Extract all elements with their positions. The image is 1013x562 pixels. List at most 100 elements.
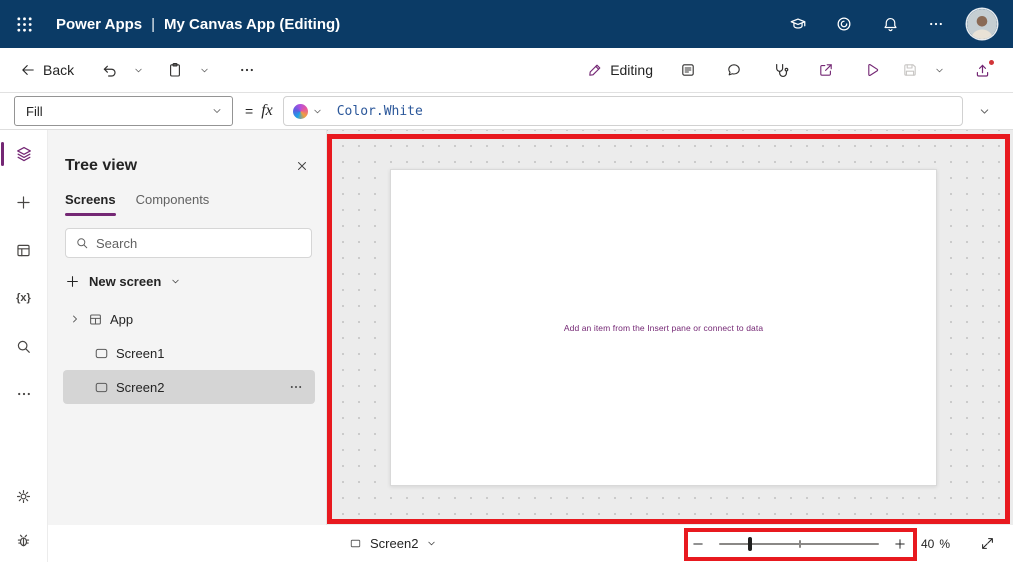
chevron-down-icon bbox=[314, 109, 321, 113]
tree-item-label: Screen1 bbox=[116, 345, 165, 361]
new-screen-label: New screen bbox=[89, 273, 162, 289]
status-bar: Screen2 40 % bbox=[327, 525, 1013, 562]
tree-item-more-button[interactable] bbox=[283, 374, 309, 400]
preview-button[interactable] bbox=[853, 54, 891, 86]
tree-view-tabs: Screens Components bbox=[48, 180, 326, 216]
screen-icon bbox=[350, 539, 361, 548]
environment-icon bbox=[790, 18, 806, 29]
zoom-slider-handle[interactable] bbox=[748, 536, 752, 551]
rail-data-button[interactable] bbox=[0, 226, 48, 274]
formula-input[interactable]: Color.White bbox=[282, 96, 963, 126]
window-title: Power Apps | My Canvas App (Editing) bbox=[56, 16, 340, 33]
tree-view-icon bbox=[16, 146, 31, 162]
zoom-slider-midpoint-tick bbox=[799, 539, 801, 548]
zoom-controls bbox=[685, 525, 913, 562]
tree-view-close-button[interactable] bbox=[288, 152, 316, 180]
tree-view-title: Tree view bbox=[65, 157, 138, 174]
tree-item-app[interactable]: App bbox=[63, 302, 315, 336]
tree-search-input[interactable] bbox=[96, 235, 302, 251]
zoom-percentage: 40 % bbox=[921, 525, 950, 562]
app-checker-button[interactable] bbox=[761, 54, 799, 86]
editing-label: Editing bbox=[610, 62, 653, 78]
rail-settings-button[interactable] bbox=[0, 474, 48, 518]
copilot-button[interactable] bbox=[821, 0, 867, 48]
publish-button[interactable] bbox=[963, 54, 1001, 86]
tree-item-screen2[interactable]: Screen2 bbox=[63, 370, 315, 404]
property-selector[interactable]: Fill bbox=[14, 96, 233, 126]
command-more-button[interactable] bbox=[228, 54, 266, 86]
search-icon bbox=[77, 238, 88, 249]
top-more-button[interactable] bbox=[913, 0, 959, 48]
tree-item-label: App bbox=[110, 311, 134, 327]
app-checklist-button[interactable] bbox=[669, 54, 707, 86]
rail-search-button[interactable] bbox=[0, 322, 48, 370]
editing-mode-button[interactable]: Editing bbox=[579, 54, 661, 86]
search-icon bbox=[17, 340, 30, 353]
rail-bug-button[interactable] bbox=[0, 518, 48, 562]
tree-view-header: Tree view bbox=[48, 130, 326, 180]
share-button[interactable] bbox=[807, 54, 845, 86]
zoom-out-button[interactable] bbox=[685, 529, 711, 559]
chevron-down-icon bbox=[213, 109, 221, 113]
formula-bar-expand-button[interactable] bbox=[969, 95, 999, 127]
comments-button[interactable] bbox=[715, 54, 753, 86]
top-bar: Power Apps | My Canvas App (Editing) bbox=[0, 0, 1013, 48]
unpublished-changes-badge bbox=[988, 59, 995, 66]
plus-icon bbox=[17, 195, 30, 209]
save-button[interactable] bbox=[891, 54, 929, 86]
rail-more-button[interactable] bbox=[0, 370, 48, 418]
tree-search-box bbox=[65, 228, 312, 258]
paste-button[interactable] bbox=[156, 54, 194, 86]
avatar bbox=[967, 9, 997, 39]
account-button[interactable] bbox=[959, 0, 1005, 48]
save-menu-button[interactable] bbox=[929, 54, 949, 86]
plus-icon bbox=[67, 275, 78, 287]
rail-tree-view-button[interactable] bbox=[0, 130, 48, 178]
tree-item-screen1[interactable]: Screen1 bbox=[63, 336, 315, 370]
screen-selector[interactable]: Screen2 bbox=[345, 529, 441, 559]
save-icon bbox=[904, 64, 916, 76]
chevron-down-icon bbox=[935, 68, 943, 72]
new-screen-button[interactable]: New screen bbox=[56, 266, 190, 296]
screen-icon bbox=[95, 382, 108, 392]
screen-artboard[interactable]: Add an item from the Insert pane or conn… bbox=[390, 169, 937, 486]
canvas-empty-hint: Add an item from the Insert pane or conn… bbox=[563, 322, 764, 333]
tab-components[interactable]: Components bbox=[127, 184, 219, 216]
chevron-down-icon bbox=[134, 68, 142, 72]
document-title: My Canvas App (Editing) bbox=[164, 15, 341, 33]
bell-icon bbox=[883, 17, 897, 31]
variables-icon: {x} bbox=[16, 292, 31, 304]
title-separator: | bbox=[151, 15, 156, 33]
undo-menu-button[interactable] bbox=[128, 54, 148, 86]
expand-arrows-icon bbox=[981, 537, 993, 549]
bug-icon bbox=[17, 534, 30, 546]
notifications-button[interactable] bbox=[867, 0, 913, 48]
command-bar: Back Editing bbox=[0, 48, 1013, 93]
chevron-down-icon bbox=[200, 68, 208, 72]
back-button[interactable]: Back bbox=[12, 54, 82, 86]
chevron-down-icon bbox=[172, 279, 179, 283]
zoom-value: 40 bbox=[921, 536, 935, 551]
screen-icon bbox=[95, 348, 108, 358]
rail-variables-button[interactable]: {x} bbox=[0, 274, 48, 322]
formula-copilot-button[interactable] bbox=[292, 103, 323, 119]
paste-menu-button[interactable] bbox=[194, 54, 214, 86]
property-selected-label: Fill bbox=[26, 103, 43, 119]
formula-bar: Fill = fx Color.White bbox=[0, 93, 1013, 130]
tree-view-panel: Tree view Screens Components New screen … bbox=[48, 130, 327, 525]
tab-screens[interactable]: Screens bbox=[56, 184, 125, 216]
chevron-right-icon[interactable] bbox=[69, 313, 81, 325]
undo-button[interactable] bbox=[90, 54, 128, 86]
clipboard-icon bbox=[170, 63, 181, 77]
waffle-icon bbox=[16, 16, 32, 32]
app-launcher-button[interactable] bbox=[0, 0, 48, 48]
environment-button[interactable] bbox=[775, 0, 821, 48]
zoom-slider[interactable] bbox=[719, 536, 879, 552]
zoom-in-button[interactable] bbox=[887, 529, 913, 559]
fit-to-window-button[interactable] bbox=[972, 528, 1002, 558]
table-icon bbox=[17, 244, 30, 256]
rail-insert-button[interactable] bbox=[0, 178, 48, 226]
product-name: Power Apps bbox=[56, 15, 143, 33]
back-arrow-icon bbox=[22, 65, 34, 75]
formula-text: Color.White bbox=[336, 103, 423, 119]
